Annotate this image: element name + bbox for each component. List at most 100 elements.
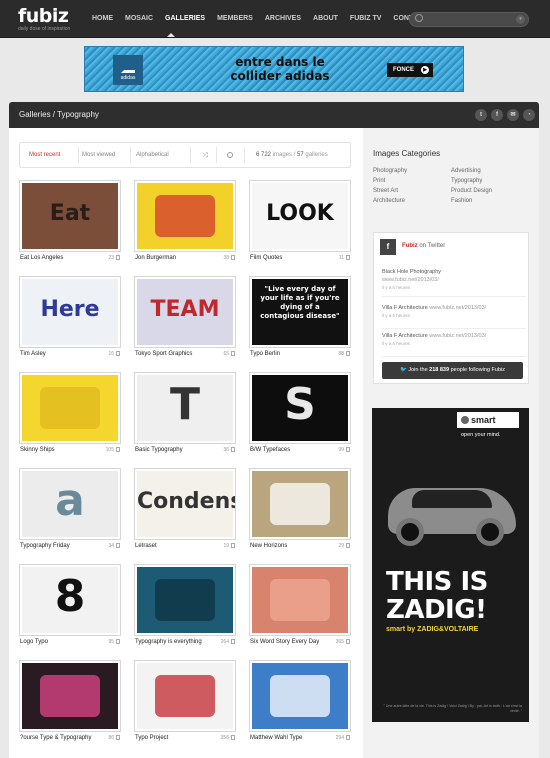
gallery-thumbnail[interactable]	[134, 660, 236, 732]
tweet-link[interactable]: www.fubiz.net/2013/03/	[429, 333, 486, 339]
gallery-thumbnail[interactable]: Condensed	[134, 468, 236, 540]
search-input[interactable]	[428, 14, 516, 25]
gallery-thumbnail[interactable]: T	[134, 372, 236, 444]
tweet-link[interactable]: www.fubiz.net/2013/03/	[382, 277, 439, 283]
gallery-title[interactable]: Tim Asley	[20, 351, 46, 357]
gallery-item[interactable]: 8 Logo Typo 95	[19, 564, 121, 650]
gallery-title[interactable]: Film Quotes	[250, 255, 282, 261]
facebook-icon[interactable]: f	[491, 109, 503, 121]
gallery-thumbnail[interactable]	[249, 564, 351, 636]
gallery-item[interactable]: Typo Project 356	[134, 660, 236, 746]
nav-about[interactable]: ABOUT	[307, 0, 344, 38]
gallery-thumbnail[interactable]	[134, 180, 236, 252]
gallery-item[interactable]: Here Tim Asley 16	[19, 276, 121, 362]
category-typography[interactable]: Typography	[451, 176, 492, 186]
gallery-item[interactable]: ?ourse Type & Typography 86	[19, 660, 121, 746]
gallery-thumbnail[interactable]	[249, 660, 351, 732]
category-product-design[interactable]: Product Design	[451, 186, 492, 196]
banner-cta-button[interactable]: FONCE ▶	[387, 63, 433, 77]
gallery-title[interactable]: Typography is everything	[135, 639, 202, 645]
adidas-banner-ad[interactable]: adidas entre dans le collider adidas FON…	[84, 46, 464, 92]
gallery-thumbnail[interactable]: TEAM	[134, 276, 236, 348]
category-fashion[interactable]: Fashion	[451, 196, 492, 206]
nav-fubiz-tv[interactable]: FUBIZ TV	[344, 0, 388, 38]
gallery-thumbnail[interactable]: S	[249, 372, 351, 444]
gallery-thumbnail[interactable]: "Live every day of your life as if you'r…	[249, 276, 351, 348]
gallery-title[interactable]: Typography Friday	[20, 543, 70, 549]
gallery-title[interactable]: Basic Typography	[135, 447, 183, 453]
gallery-thumbnail[interactable]: 8	[19, 564, 121, 636]
gallery-item[interactable]: a Typography Friday 34	[19, 468, 121, 554]
gallery-thumbnail[interactable]	[249, 468, 351, 540]
nav-members[interactable]: MEMBERS	[211, 0, 259, 38]
gallery-title[interactable]: Letraset	[135, 543, 157, 549]
filter-alphabetical[interactable]: Alphabetical	[136, 143, 169, 167]
filter-most-recent[interactable]: Most recent	[29, 143, 60, 167]
search-dropdown-icon[interactable]: ▾	[516, 15, 525, 24]
rss-icon[interactable]: ◔	[523, 109, 535, 121]
gallery-thumbnail[interactable]: LOOK	[249, 180, 351, 252]
shuffle-icon[interactable]: ⤨	[202, 152, 208, 160]
image-count-value: 19	[223, 543, 229, 549]
fubiz-avatar-icon[interactable]: f	[380, 239, 396, 255]
nav-mosaic[interactable]: MOSAIC	[119, 0, 159, 38]
gallery-title[interactable]: Typo Berlin	[250, 351, 280, 357]
gallery-item[interactable]: S B/W Typefaces 99	[249, 372, 351, 458]
image-count-value: 105	[105, 447, 114, 453]
gallery-title[interactable]: Logo Typo	[20, 639, 48, 645]
gallery-item[interactable]: Skinny Ships 105	[19, 372, 121, 458]
gallery-item[interactable]: Condensed Letraset 19	[134, 468, 236, 554]
nav-home[interactable]: HOME	[86, 0, 119, 38]
gallery-item[interactable]: TEAM Tokyo Sport Graphics 65	[134, 276, 236, 362]
follow-button[interactable]: 🐦 Join the 218 839 people following Fubi…	[382, 362, 523, 379]
nav-archives[interactable]: ARCHIVES	[259, 0, 307, 38]
gallery-title[interactable]: Jon Burgerman	[135, 255, 176, 261]
twitter-account[interactable]: Fubiz	[402, 243, 418, 249]
email-icon[interactable]: ✉	[507, 109, 519, 121]
smart-tagline: open your mind.	[461, 432, 501, 438]
gallery-item[interactable]: Matthew Wahl Type 294	[249, 660, 351, 746]
gallery-thumbnail[interactable]: Here	[19, 276, 121, 348]
smart-zadig-ad[interactable]: smart open your mind. THIS IS ZADIG! sma…	[372, 408, 529, 722]
gallery-item[interactable]: T Basic Typography 36	[134, 372, 236, 458]
gallery-item[interactable]: Jon Burgerman 38	[134, 180, 236, 266]
gallery-title[interactable]: Typo Project	[135, 735, 168, 741]
tweet-link[interactable]: www.fubiz.net/2013/03/	[429, 305, 486, 311]
gallery-title[interactable]: Skinny Ships	[20, 447, 55, 453]
follow-prefix: Join the	[408, 367, 428, 373]
search-icon[interactable]	[415, 14, 423, 22]
gallery-thumbnail[interactable]	[134, 564, 236, 636]
images-icon	[346, 447, 350, 452]
twitter-icon[interactable]: t	[475, 109, 487, 121]
site-logo[interactable]: fubiz	[18, 5, 69, 27]
category-print[interactable]: Print	[373, 176, 407, 186]
gallery-item[interactable]: Eat Eat Los Angeles 23	[19, 180, 121, 266]
gallery-title[interactable]: Matthew Wahl Type	[250, 735, 302, 741]
gallery-item[interactable]: "Live every day of your life as if you'r…	[249, 276, 351, 362]
gallery-title[interactable]: Six Word Story Every Day	[250, 639, 319, 645]
category-street-art[interactable]: Street Art	[373, 186, 407, 196]
gallery-thumbnail[interactable]	[19, 660, 121, 732]
filter-most-viewed[interactable]: Most viewed	[82, 143, 115, 167]
category-architecture[interactable]: Architecture	[373, 196, 407, 206]
gallery-thumbnail[interactable]: a	[19, 468, 121, 540]
images-icon	[346, 639, 350, 644]
search-icon[interactable]	[227, 152, 233, 158]
gallery-title[interactable]: Eat Los Angeles	[20, 255, 63, 261]
category-advertising[interactable]: Advertising	[451, 166, 492, 176]
banner-headline: entre dans le collider adidas	[230, 55, 330, 83]
gallery-title[interactable]: Tokyo Sport Graphics	[135, 351, 192, 357]
site-tagline: daily dose of inspiration	[18, 26, 71, 32]
adidas-logo-text: adidas	[120, 75, 136, 81]
gallery-title[interactable]: New Horizons	[250, 543, 287, 549]
gallery-item[interactable]: Typography is everything 264	[134, 564, 236, 650]
gallery-title[interactable]: ?ourse Type & Typography	[20, 735, 92, 741]
category-photography[interactable]: Photography	[373, 166, 407, 176]
thumbnail-text: a	[55, 475, 85, 526]
gallery-thumbnail[interactable]: Eat	[19, 180, 121, 252]
gallery-title[interactable]: B/W Typefaces	[250, 447, 290, 453]
gallery-item[interactable]: LOOK Film Quotes 11	[249, 180, 351, 266]
gallery-item[interactable]: New Horizons 29	[249, 468, 351, 554]
gallery-item[interactable]: Six Word Story Every Day 365	[249, 564, 351, 650]
gallery-thumbnail[interactable]	[19, 372, 121, 444]
